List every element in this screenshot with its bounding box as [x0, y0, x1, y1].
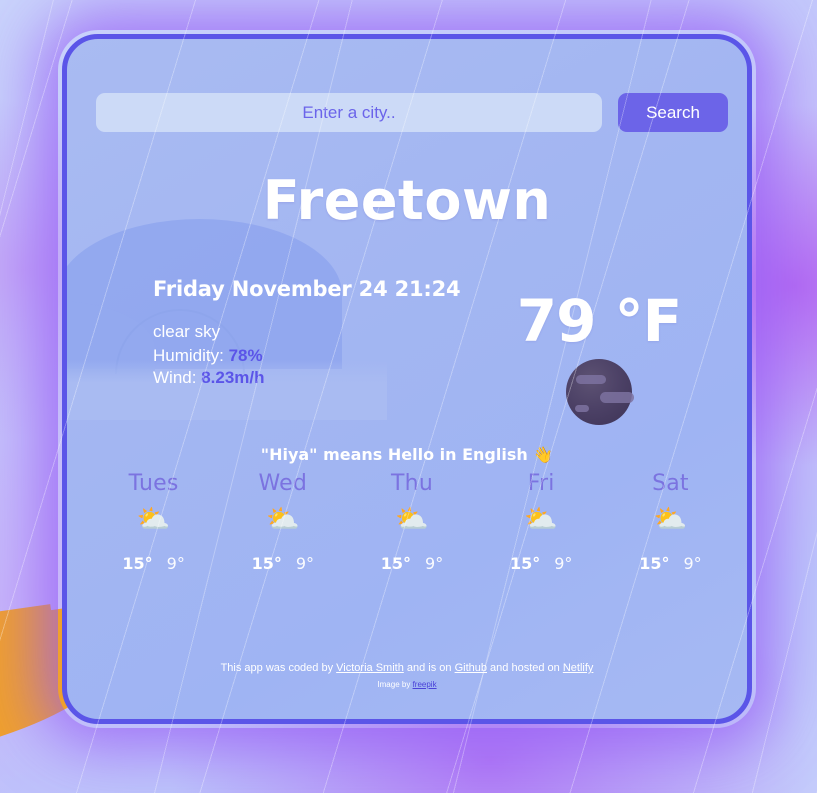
- sun-behind-cloud-icon: ⛅: [265, 504, 300, 534]
- wind-value: 8.23m/h: [201, 368, 265, 387]
- forecast-temperatures: 15° 9°: [89, 554, 218, 573]
- humidity-label: Humidity:: [153, 346, 224, 365]
- forecast-day-label: Sat: [652, 471, 689, 496]
- forecast-day-label: Fri: [527, 471, 555, 496]
- freepik-link[interactable]: freepik: [413, 680, 437, 689]
- footer: This app was coded by Victoria Smith and…: [67, 659, 747, 693]
- sun-behind-cloud-icon: ⛅: [653, 504, 688, 534]
- forecast-temperatures: 15° 9°: [218, 554, 347, 573]
- wind-row: Wind: 8.23m/h: [153, 367, 460, 389]
- page-background: Search Freetown Friday November 24 21:24…: [0, 0, 817, 793]
- forecast-high: 15°: [122, 554, 153, 573]
- forecast-row: Tues ⛅ 15° 9° Wed ⛅ 15° 9° Thu ⛅ 15° 9° Fri ⛅ 15° 9° Sat…: [89, 471, 735, 573]
- sun-behind-cloud-icon: ⛅: [395, 504, 429, 534]
- current-datetime: Friday November 24 21:24: [153, 277, 461, 301]
- humidity-row: Humidity: 78%: [153, 345, 460, 367]
- search-input[interactable]: [96, 93, 602, 132]
- wind-label: Wind:: [153, 368, 197, 387]
- footer-credit-mid2: and hosted on: [487, 662, 563, 674]
- current-temperature-block: 79 °F: [504, 289, 694, 425]
- sun-behind-cloud-icon: ⛅: [524, 504, 559, 534]
- forecast-day-tues: Tues ⛅ 15° 9°: [89, 471, 218, 573]
- weather-card: Search Freetown Friday November 24 21:24…: [62, 34, 752, 724]
- night-clear-icon: [566, 359, 634, 425]
- current-conditions: Friday November 24 21:24 clear sky Humid…: [153, 277, 461, 389]
- city-name: Freetown: [262, 169, 552, 232]
- weather-description: clear sky: [153, 322, 221, 341]
- footer-credit-pre: This app was coded by: [220, 662, 337, 674]
- search-form: Search: [96, 93, 728, 132]
- footer-image-pre: Image by: [377, 680, 413, 689]
- greeting-message: "Hiya" means Hello in English 👋: [260, 445, 554, 464]
- forecast-low: 9°: [166, 554, 185, 573]
- sun-behind-cloud-icon: ⛅: [136, 504, 171, 534]
- forecast-temperatures: 15° 9°: [477, 554, 606, 573]
- footer-credit: This app was coded by Victoria Smith and…: [67, 659, 747, 677]
- footer-image-credit: Image by freepik: [67, 677, 747, 693]
- author-link[interactable]: Victoria Smith: [336, 662, 404, 674]
- forecast-high: 15°: [380, 554, 412, 573]
- github-link[interactable]: Github: [455, 662, 487, 674]
- forecast-low: 9°: [683, 554, 702, 573]
- forecast-day-thu: Thu ⛅ 15° 9°: [347, 471, 476, 573]
- forecast-day-label: Thu: [391, 471, 433, 496]
- forecast-low: 9°: [554, 554, 573, 573]
- forecast-day-fri: Fri ⛅ 15° 9°: [477, 471, 606, 573]
- humidity-value: 78%: [228, 346, 263, 365]
- current-temperature: 79 °F: [516, 287, 683, 355]
- forecast-high: 15°: [251, 554, 282, 573]
- forecast-high: 15°: [509, 554, 541, 573]
- forecast-day-label: Tues: [128, 471, 179, 496]
- forecast-temperatures: 15° 9°: [347, 554, 476, 573]
- forecast-low: 9°: [295, 554, 315, 573]
- forecast-temperatures: 15° 9°: [606, 554, 735, 573]
- search-button[interactable]: Search: [618, 93, 728, 132]
- forecast-day-wed: Wed ⛅ 15° 9°: [218, 471, 347, 573]
- forecast-day-sat: Sat ⛅ 15° 9°: [606, 471, 735, 573]
- forecast-high: 15°: [639, 554, 670, 573]
- netlify-link[interactable]: Netlify: [563, 662, 594, 674]
- footer-credit-mid1: and is on: [403, 662, 455, 674]
- forecast-day-label: Wed: [258, 471, 308, 496]
- forecast-low: 9°: [425, 554, 444, 573]
